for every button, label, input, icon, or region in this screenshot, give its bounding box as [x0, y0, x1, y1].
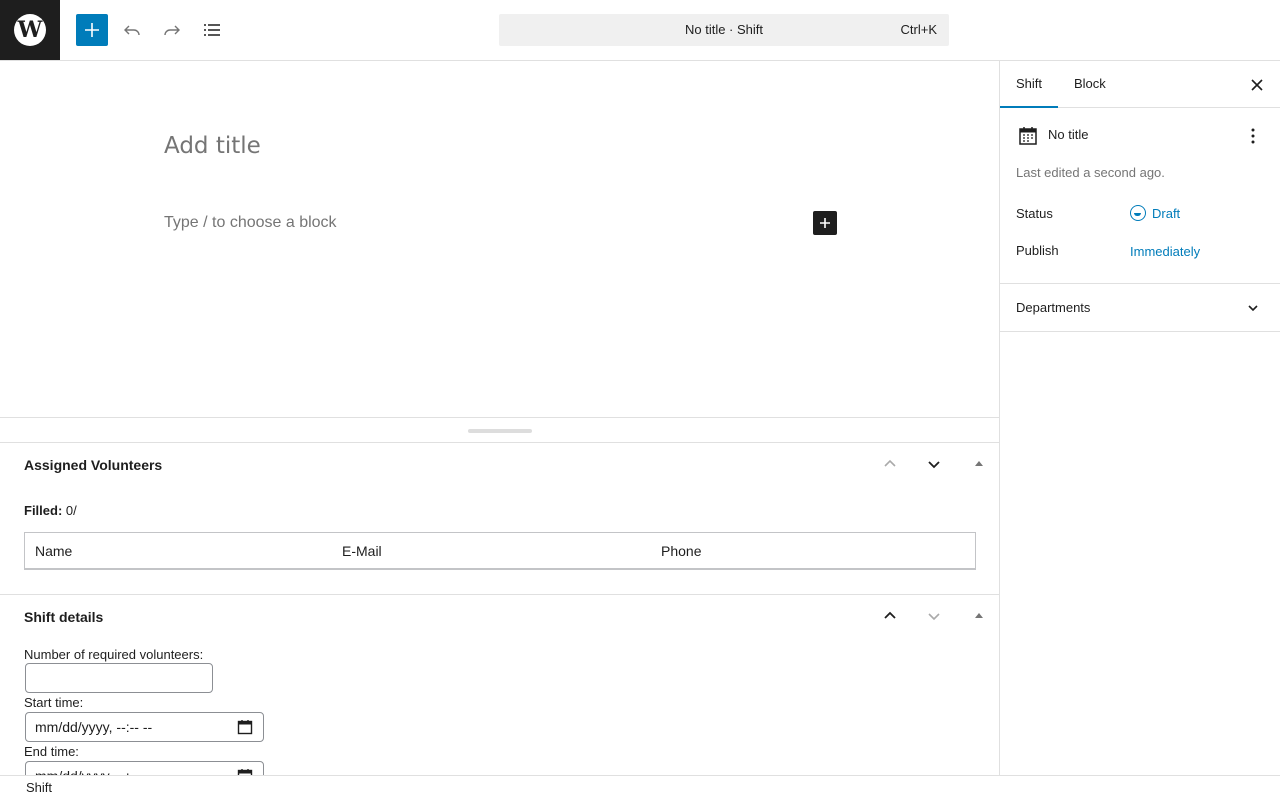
chevron-up-icon — [884, 611, 896, 619]
draft-status-icon — [1130, 205, 1146, 221]
departments-title: Departments — [1016, 300, 1091, 315]
chevron-down-icon — [928, 461, 940, 469]
filled-value: 0/ — [65, 503, 77, 518]
editor-canvas: Add title Type / to choose a block — [0, 61, 999, 418]
column-header-phone: Phone — [661, 543, 702, 559]
end-time-label: End time: — [24, 744, 79, 759]
move-down-button[interactable] — [922, 604, 946, 628]
move-down-button[interactable] — [922, 452, 946, 476]
column-header-email: E-Mail — [342, 543, 382, 559]
tab-block[interactable]: Block — [1058, 61, 1122, 107]
assigned-volunteers-metabox: Assigned Volunteers Filled: 0/ Name E-Ma… — [0, 443, 999, 595]
filled-label: Filled: — [24, 503, 63, 518]
block-appender[interactable]: Type / to choose a block — [164, 214, 337, 232]
publish-value-button[interactable]: Immediately — [1130, 244, 1200, 259]
redo-icon — [164, 25, 180, 36]
metabox-title: Assigned Volunteers — [24, 457, 163, 473]
metabox-resize-area[interactable] — [0, 417, 999, 443]
plus-icon — [85, 23, 99, 37]
publish-value: Immediately — [1130, 244, 1201, 259]
chevron-down-icon — [928, 613, 940, 621]
last-edited-text: Last edited a second ago. — [1016, 165, 1165, 180]
toggle-panel-button[interactable] — [967, 604, 991, 628]
end-time-input[interactable]: mm/dd/yyyy, --:-- -- — [25, 761, 264, 775]
undo-button[interactable] — [116, 14, 148, 46]
wordpress-logo-mark: W — [14, 14, 46, 46]
close-icon — [1251, 79, 1263, 91]
status-value-button[interactable]: Draft — [1130, 205, 1180, 221]
wordpress-logo-icon[interactable]: W — [0, 0, 60, 60]
command-palette-bar[interactable]: No title · Shift Ctrl+K — [499, 14, 949, 46]
publish-label: Publish — [1016, 243, 1059, 258]
column-header-name: Name — [35, 543, 73, 559]
move-up-button[interactable] — [878, 452, 902, 476]
calendar-icon — [1019, 127, 1037, 145]
tab-shift[interactable]: Shift — [1000, 61, 1059, 108]
post-summary-panel: No title Last edited a second ago. Statu… — [1000, 108, 1280, 284]
post-title: No title — [1048, 127, 1089, 142]
chevron-up-icon — [884, 459, 896, 467]
post-actions-button[interactable] — [1241, 124, 1265, 148]
status-value: Draft — [1152, 205, 1181, 221]
plus-icon — [820, 218, 830, 228]
start-time-label: Start time: — [24, 695, 84, 710]
close-sidebar-button[interactable] — [1245, 73, 1269, 97]
shift-details-metabox: Shift details Number of required volunte… — [0, 595, 999, 775]
start-time-placeholder: mm/dd/yyyy, --:-- -- — [35, 719, 153, 735]
filled-count: Filled: 0/ — [24, 503, 77, 518]
undo-icon — [124, 25, 140, 36]
list-view-button[interactable] — [196, 14, 228, 46]
sidebar-tabs: Shift Block — [1000, 61, 1280, 108]
triangle-up-icon — [975, 461, 983, 466]
triangle-up-icon — [975, 613, 983, 618]
document-title: No title · Shift — [684, 22, 764, 37]
list-view-icon — [204, 24, 220, 36]
toggle-panel-button[interactable] — [967, 452, 991, 476]
add-block-button[interactable] — [76, 14, 108, 46]
redo-button[interactable] — [156, 14, 188, 46]
required-volunteers-label: Number of required volunteers: — [24, 647, 204, 662]
departments-toggle[interactable] — [1241, 296, 1265, 320]
calendar-icon[interactable] — [237, 719, 253, 735]
command-shortcut: Ctrl+K — [900, 22, 937, 37]
departments-panel[interactable]: Departments — [1000, 284, 1280, 332]
post-title-input[interactable]: Add title — [164, 133, 261, 159]
inline-add-block-button[interactable] — [813, 211, 837, 235]
chevron-down-icon — [1248, 305, 1258, 312]
resize-handle[interactable] — [468, 429, 532, 433]
editor-header: W No title · Shift Ctrl+K — [0, 0, 1280, 61]
start-time-input[interactable]: mm/dd/yyyy, --:-- -- — [25, 712, 264, 742]
calendar-icon[interactable] — [237, 768, 253, 775]
block-breadcrumb-bar: Shift — [0, 775, 1280, 800]
status-label: Status — [1016, 206, 1053, 221]
end-time-placeholder: mm/dd/yyyy, --:-- -- — [35, 762, 152, 775]
metabox-title: Shift details — [24, 609, 104, 625]
volunteers-table: Name E-Mail Phone — [24, 532, 976, 570]
settings-sidebar: Shift Block No title Last edited a secon… — [999, 61, 1280, 775]
more-vertical-icon — [1251, 128, 1255, 144]
required-volunteers-input[interactable] — [25, 663, 213, 693]
logo-letter: W — [17, 17, 43, 43]
move-up-button[interactable] — [878, 604, 902, 628]
breadcrumb-item[interactable]: Shift — [26, 780, 52, 795]
